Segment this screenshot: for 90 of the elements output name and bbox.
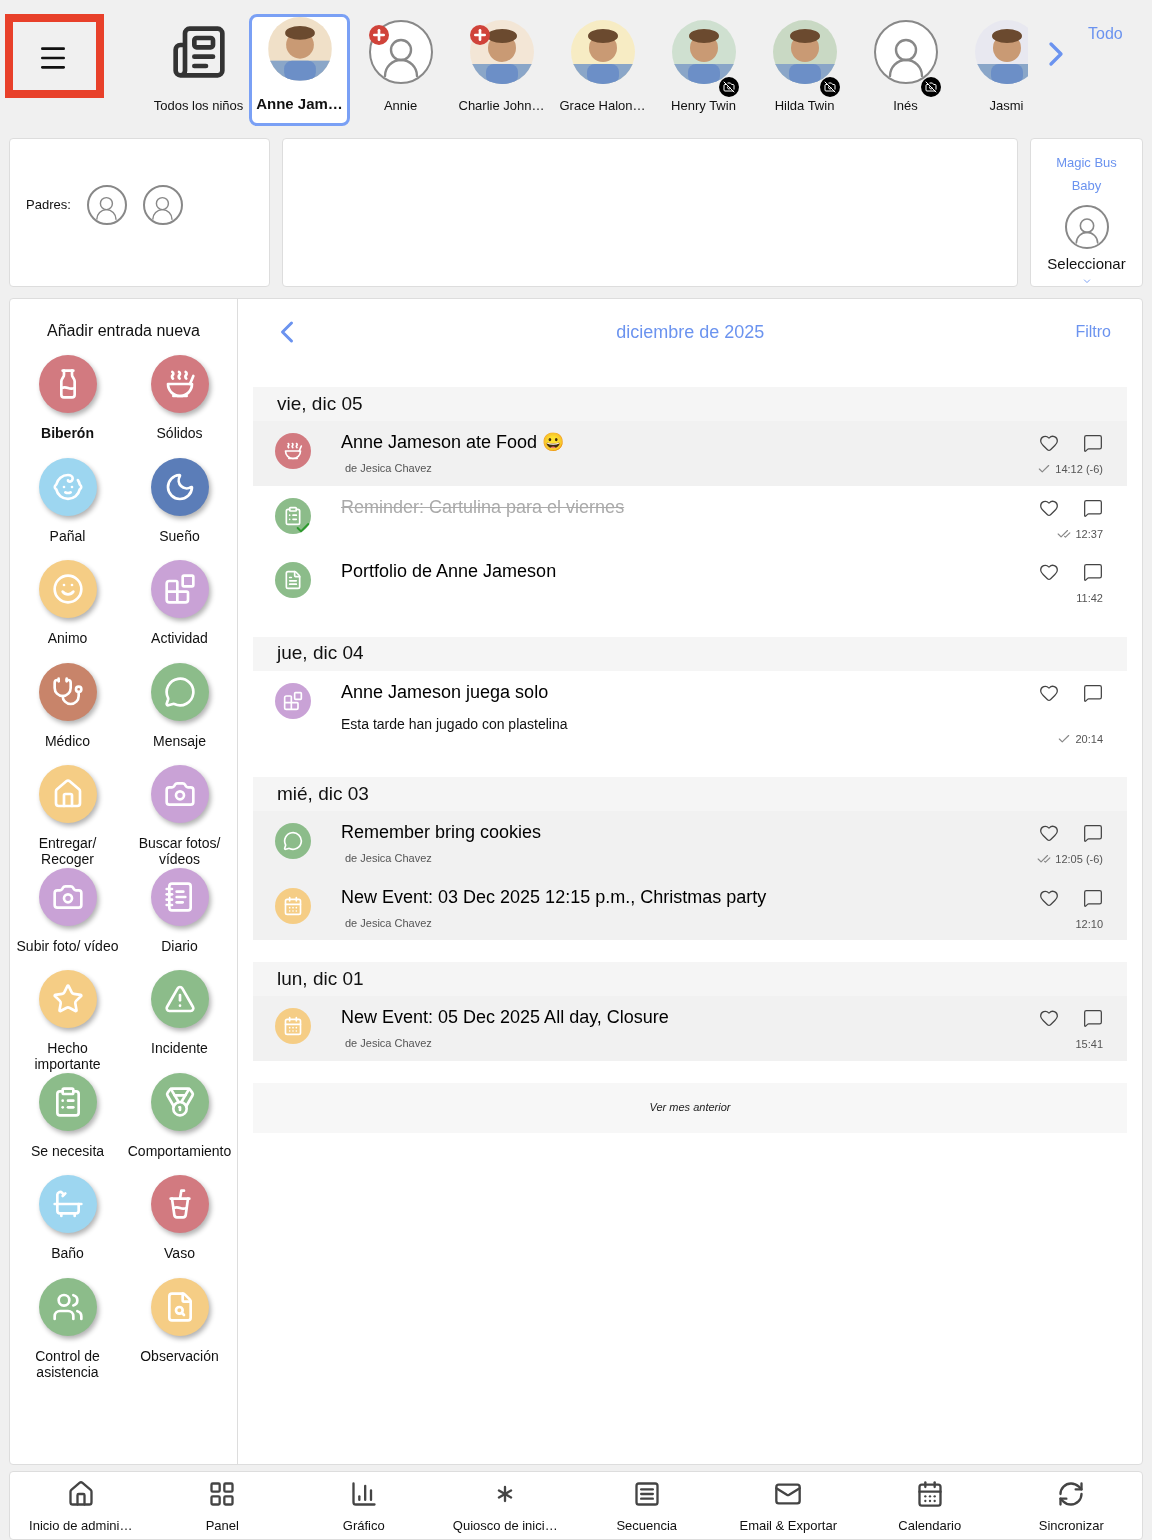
grid-icon xyxy=(208,1479,237,1508)
entry-time: 12:10 xyxy=(1075,916,1103,932)
tab-bar-item[interactable]: Quiosco de inici… xyxy=(434,1472,576,1539)
entry-row[interactable]: New Event: 03 Dec 2025 12:15 p.m., Christmas party de Jesica Chavez 12:10 xyxy=(253,875,1127,940)
add-entry-button[interactable]: Observación xyxy=(127,1277,232,1380)
comment-icon[interactable] xyxy=(1083,887,1103,908)
entry-row[interactable]: New Event: 05 Dec 2025 All day, Closure de Jesica Chavez 15:41 xyxy=(253,996,1127,1061)
add-entry-button[interactable]: Diario xyxy=(127,867,232,970)
avatar-placeholder-icon xyxy=(1064,205,1109,249)
entry-time: 11:42 xyxy=(1076,591,1103,606)
entry-author: de Jesica Chavez xyxy=(344,461,433,476)
tab-bar-item[interactable]: Email & Exportar xyxy=(717,1472,859,1539)
tab-bar-item[interactable]: Panel xyxy=(151,1472,293,1539)
entry-row[interactable]: Remember bring cookies de Jesica Chavez 12:05 (-6) xyxy=(253,811,1127,876)
child-tab[interactable]: Annie xyxy=(350,14,451,126)
child-tab[interactable]: Inés xyxy=(855,14,956,126)
add-entry-button[interactable]: Entregar/ Recoger xyxy=(15,765,120,868)
add-entry-button[interactable]: Médico xyxy=(15,662,120,765)
tab-bar-item[interactable]: Calendario xyxy=(859,1472,1001,1539)
tab-bar-item[interactable]: Gráfico xyxy=(293,1472,435,1539)
tab-bar-item[interactable]: Secuencia xyxy=(576,1472,718,1539)
avatar-placeholder-icon xyxy=(86,184,127,225)
add-entry-button[interactable]: Sueño xyxy=(127,457,232,560)
comment-icon[interactable] xyxy=(1083,497,1103,518)
parents-label: Padres: xyxy=(26,195,71,214)
add-entry-button[interactable]: Se necesita xyxy=(15,1072,120,1175)
add-entry-button[interactable]: Baño xyxy=(15,1175,120,1278)
entry-title[interactable]: New Event: 03 Dec 2025 12:15 p.m., Christmas party xyxy=(341,883,1015,911)
add-entry-button[interactable]: Actividad xyxy=(127,560,232,663)
comment-icon[interactable] xyxy=(1083,1008,1103,1028)
add-entry-button[interactable]: Subir foto/ vídeo xyxy=(15,867,120,970)
like-icon[interactable] xyxy=(1039,433,1059,453)
add-entry-button[interactable]: Comportamiento xyxy=(127,1072,232,1175)
entry-title[interactable]: New Event: 05 Dec 2025 All day, Closure xyxy=(341,1004,1015,1031)
child-tab[interactable]: Hilda Twin xyxy=(754,14,855,126)
home-icon xyxy=(66,1479,95,1508)
like-icon[interactable] xyxy=(1039,562,1059,582)
add-entry-button[interactable]: Mensaje xyxy=(127,662,232,765)
child-tab[interactable]: Todos los niños xyxy=(148,14,249,126)
tab-bar-item[interactable]: Sincronizar xyxy=(1000,1472,1142,1539)
add-entry-button[interactable]: Biberón xyxy=(15,355,120,458)
sync-icon xyxy=(1057,1479,1086,1508)
previous-month-button[interactable]: Ver mes anterior xyxy=(253,1082,1127,1133)
entry-time: 12:37 xyxy=(1075,526,1103,542)
comment-icon[interactable] xyxy=(1083,433,1103,453)
child-tab[interactable]: Henry Twin xyxy=(653,14,754,126)
avatar-placeholder-icon xyxy=(142,184,183,225)
children-list-icon xyxy=(170,23,227,80)
entry-note: Esta tarde han jugado con plastelina xyxy=(341,714,569,734)
comment-icon[interactable] xyxy=(1083,562,1103,582)
like-icon[interactable] xyxy=(1039,823,1059,843)
add-entry-button[interactable]: Incidente xyxy=(127,970,232,1073)
child-tab[interactable]: Charlie John… xyxy=(451,14,552,126)
entry-title[interactable]: Portfolio de Anne Jameson xyxy=(341,558,1015,585)
child-tab[interactable]: Jasmi xyxy=(956,14,1028,126)
entry-author: de Jesica Chavez xyxy=(344,1036,433,1051)
tab-bar-item[interactable]: Inicio de admini… xyxy=(10,1472,152,1539)
entry-time: 12:05 (-6) xyxy=(1055,852,1103,867)
bar-chart-icon xyxy=(349,1479,378,1508)
entry-row[interactable]: Anne Jameson ate Food 😀 de Jesica Chavez 14:12 (-6) xyxy=(253,421,1127,486)
like-icon[interactable] xyxy=(1039,1008,1059,1028)
entry-author: de Jesica Chavez xyxy=(344,851,433,866)
day-header: lun, dic 01 xyxy=(253,962,1127,996)
entry-title[interactable]: Remember bring cookies xyxy=(341,819,1015,846)
add-entry-button[interactable]: Buscar fotos/ vídeos xyxy=(127,765,232,868)
day-header: mié, dic 03 xyxy=(253,777,1127,811)
entry-time: 15:41 xyxy=(1075,1037,1103,1052)
add-entry-button[interactable]: Control de asistencia xyxy=(15,1277,120,1380)
calendar-icon xyxy=(915,1479,944,1508)
add-entry-button[interactable]: Animo xyxy=(15,560,120,663)
add-entry-button[interactable]: Vaso xyxy=(127,1175,232,1278)
entry-title[interactable]: Anne Jameson juega solo xyxy=(341,678,1015,706)
select-button[interactable]: Seleccionar xyxy=(1047,253,1126,276)
entry-time: 14:12 (-6) xyxy=(1055,462,1103,477)
month-title: diciembre de 2025 xyxy=(615,320,766,344)
day-header: jue, dic 04 xyxy=(253,636,1127,671)
day-header: vie, dic 05 xyxy=(253,387,1127,421)
add-entry-button[interactable]: Pañal xyxy=(15,457,120,560)
child-tab[interactable]: Grace Halon… xyxy=(552,14,653,126)
entry-author: de Jesica Chavez xyxy=(344,915,433,931)
add-entry-title: Añadir entrada nueva xyxy=(47,321,200,341)
menu-button[interactable] xyxy=(5,14,104,98)
add-entry-button[interactable]: Hecho importante xyxy=(15,970,120,1073)
add-entry-button[interactable]: Sólidos xyxy=(127,355,232,458)
entry-time: 20:14 xyxy=(1075,731,1103,747)
list-icon xyxy=(632,1479,661,1508)
comment-icon[interactable] xyxy=(1083,823,1103,843)
child-tab[interactable]: Anne Jam… xyxy=(249,14,350,126)
comment-icon[interactable] xyxy=(1083,682,1103,703)
entry-title[interactable]: Anne Jameson ate Food 😀 xyxy=(341,429,1015,456)
